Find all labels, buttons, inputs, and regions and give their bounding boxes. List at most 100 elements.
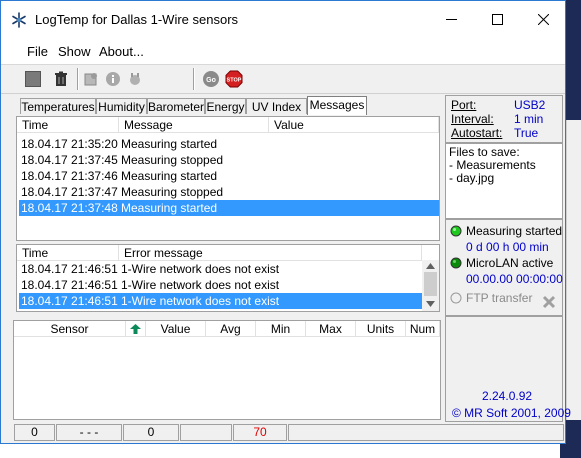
menu-about[interactable]: About... xyxy=(99,44,144,59)
table-row-selected[interactable]: 18.04.17 21:46:51 1-Wire network does no… xyxy=(19,293,422,309)
files-panel: Files to save: - Measurements - day.jpg xyxy=(445,143,563,219)
table-row-selected[interactable]: 18.04.17 21:37:48 Measuring started xyxy=(19,200,439,216)
column-header-avg[interactable]: Avg xyxy=(206,321,256,337)
files-title: Files to save: xyxy=(449,145,520,159)
stop-button[interactable] xyxy=(22,68,44,90)
status-segment: 0 xyxy=(123,424,179,441)
tab-temperatures[interactable]: Temperatures xyxy=(20,98,96,114)
info-button[interactable] xyxy=(102,68,124,90)
delete-button[interactable] xyxy=(50,68,72,90)
scrollbar-thumb[interactable] xyxy=(424,272,437,296)
window-title: LogTemp for Dallas 1-Wire sensors xyxy=(35,12,239,27)
column-header-units[interactable]: Units xyxy=(356,321,406,337)
scroll-up-icon[interactable] xyxy=(426,263,435,269)
table-row[interactable]: 18.04.17 21:46:51 1-Wire network does no… xyxy=(19,261,422,277)
sensor-button[interactable] xyxy=(124,68,146,90)
row-time: 18.04.17 21:46:51 xyxy=(21,262,118,276)
settings-panel: Port: USB2 Interval: 1 min Autostart: Tr… xyxy=(445,95,563,143)
go-icon: Go xyxy=(203,71,219,87)
maximize-button[interactable] xyxy=(474,1,520,38)
microlan-led-icon xyxy=(450,257,462,269)
close-button[interactable] xyxy=(520,1,566,38)
column-header-error-message[interactable]: Error message xyxy=(119,245,422,261)
table-row[interactable]: 18.04.17 21:37:46 Measuring started xyxy=(19,168,439,184)
column-header-num[interactable]: Num xyxy=(406,321,440,337)
column-header-time[interactable]: Time xyxy=(17,117,119,133)
column-header-value[interactable]: Value xyxy=(146,321,206,337)
stop-sign-button[interactable]: STOP xyxy=(223,68,245,90)
go-button[interactable]: Go xyxy=(200,68,222,90)
minimize-button[interactable] xyxy=(428,1,474,38)
tab-humidity[interactable]: Humidity xyxy=(96,98,147,114)
tab-barometer[interactable]: Barometer xyxy=(147,98,205,114)
tab-uv-index[interactable]: UV Index xyxy=(246,98,307,114)
status-segment: - - - xyxy=(56,424,122,441)
settings-button[interactable] xyxy=(80,68,102,90)
table-row[interactable]: 18.04.17 21:46:51 1-Wire network does no… xyxy=(19,277,422,293)
snowflake-app-icon xyxy=(12,12,26,28)
svg-text:Go: Go xyxy=(206,77,216,84)
trash-icon xyxy=(55,71,67,86)
scroll-down-icon[interactable] xyxy=(426,301,435,307)
svg-text:STOP: STOP xyxy=(227,78,242,84)
minimize-icon xyxy=(445,19,457,20)
version-text: 2.24.0.92 xyxy=(482,389,533,403)
row-time: 18.04.17 21:37:45 xyxy=(21,153,118,167)
info-icon xyxy=(106,72,120,86)
table-row[interactable]: 18.04.17 21:35:20 Measuring started xyxy=(19,136,439,152)
column-header-value[interactable]: Value xyxy=(269,117,439,133)
menu-show[interactable]: Show xyxy=(58,44,91,59)
ftp-disabled-x-icon[interactable] xyxy=(542,295,556,309)
ftp-label: FTP transfer xyxy=(466,291,533,305)
status-segment-red: 70 xyxy=(233,424,287,441)
row-message: Measuring stopped xyxy=(121,153,224,167)
row-time: 18.04.17 21:37:46 xyxy=(21,169,118,183)
status-segment xyxy=(180,424,232,441)
port-value: USB2 xyxy=(514,98,546,112)
microlan-time: 00.00.00 00:00:00 xyxy=(466,272,563,286)
table-row[interactable]: 18.04.17 21:37:47 Measuring stopped xyxy=(19,184,439,200)
toolbar-separator xyxy=(193,68,195,90)
status-segment-empty xyxy=(288,424,564,441)
row-message: Measuring started xyxy=(121,137,218,151)
measuring-time: 0 d 00 h 00 min xyxy=(466,240,549,254)
row-time: 18.04.17 21:37:47 xyxy=(21,185,118,199)
title-bar[interactable]: LogTemp for Dallas 1-Wire sensors xyxy=(1,1,565,38)
autostart-value: True xyxy=(514,126,539,140)
column-header-min[interactable]: Min xyxy=(256,321,306,337)
maximize-icon xyxy=(491,14,503,25)
file-item: - day.jpg xyxy=(449,171,495,185)
column-header-message[interactable]: Message xyxy=(119,117,269,133)
errors-scrollbar[interactable] xyxy=(422,260,439,311)
menu-bar: File Show About... xyxy=(1,38,565,65)
toolbar: Go STOP xyxy=(1,65,565,94)
column-header-sensor[interactable]: Sensor xyxy=(14,321,126,337)
row-message: 1-Wire network does not exist xyxy=(121,278,280,292)
stop-square-icon xyxy=(25,71,41,87)
app-window: LogTemp for Dallas 1-Wire sensors File S… xyxy=(0,0,571,444)
sensor-table: Sensor Value Avg Min Max Units Num xyxy=(13,320,441,420)
tab-strip: Temperatures Humidity Barometer Energy U… xyxy=(14,96,444,115)
sort-column-header[interactable] xyxy=(126,321,146,337)
autostart-label: Autostart: xyxy=(451,126,503,140)
table-row[interactable]: 18.04.17 21:37:45 Measuring stopped xyxy=(19,152,439,168)
status-segment: 0 xyxy=(14,424,55,441)
file-item: - Measurements xyxy=(449,158,536,172)
stop-sign-icon: STOP xyxy=(225,70,243,88)
menu-file[interactable]: File xyxy=(27,44,48,59)
row-message: Measuring started xyxy=(121,169,218,183)
ftp-led-icon xyxy=(450,292,462,304)
microlan-label: MicroLAN active xyxy=(466,256,554,270)
messages-table: Time Message Value 18.04.17 21:35:20 Mea… xyxy=(16,116,440,241)
status-info-panel: Measuring started 0 d 00 h 00 min MicroL… xyxy=(445,219,563,316)
column-header-max[interactable]: Max xyxy=(306,321,356,337)
sort-up-arrow-icon xyxy=(130,324,141,334)
row-time: 18.04.17 21:35:20 xyxy=(21,137,118,151)
tab-messages[interactable]: Messages xyxy=(307,96,367,115)
sensor-icon xyxy=(130,73,140,85)
interval-value: 1 min xyxy=(514,112,544,126)
port-label: Port: xyxy=(451,98,477,112)
row-time: 18.04.17 21:46:51 xyxy=(21,278,118,292)
tab-energy[interactable]: Energy xyxy=(205,98,246,114)
column-header-time[interactable]: Time xyxy=(17,245,119,261)
